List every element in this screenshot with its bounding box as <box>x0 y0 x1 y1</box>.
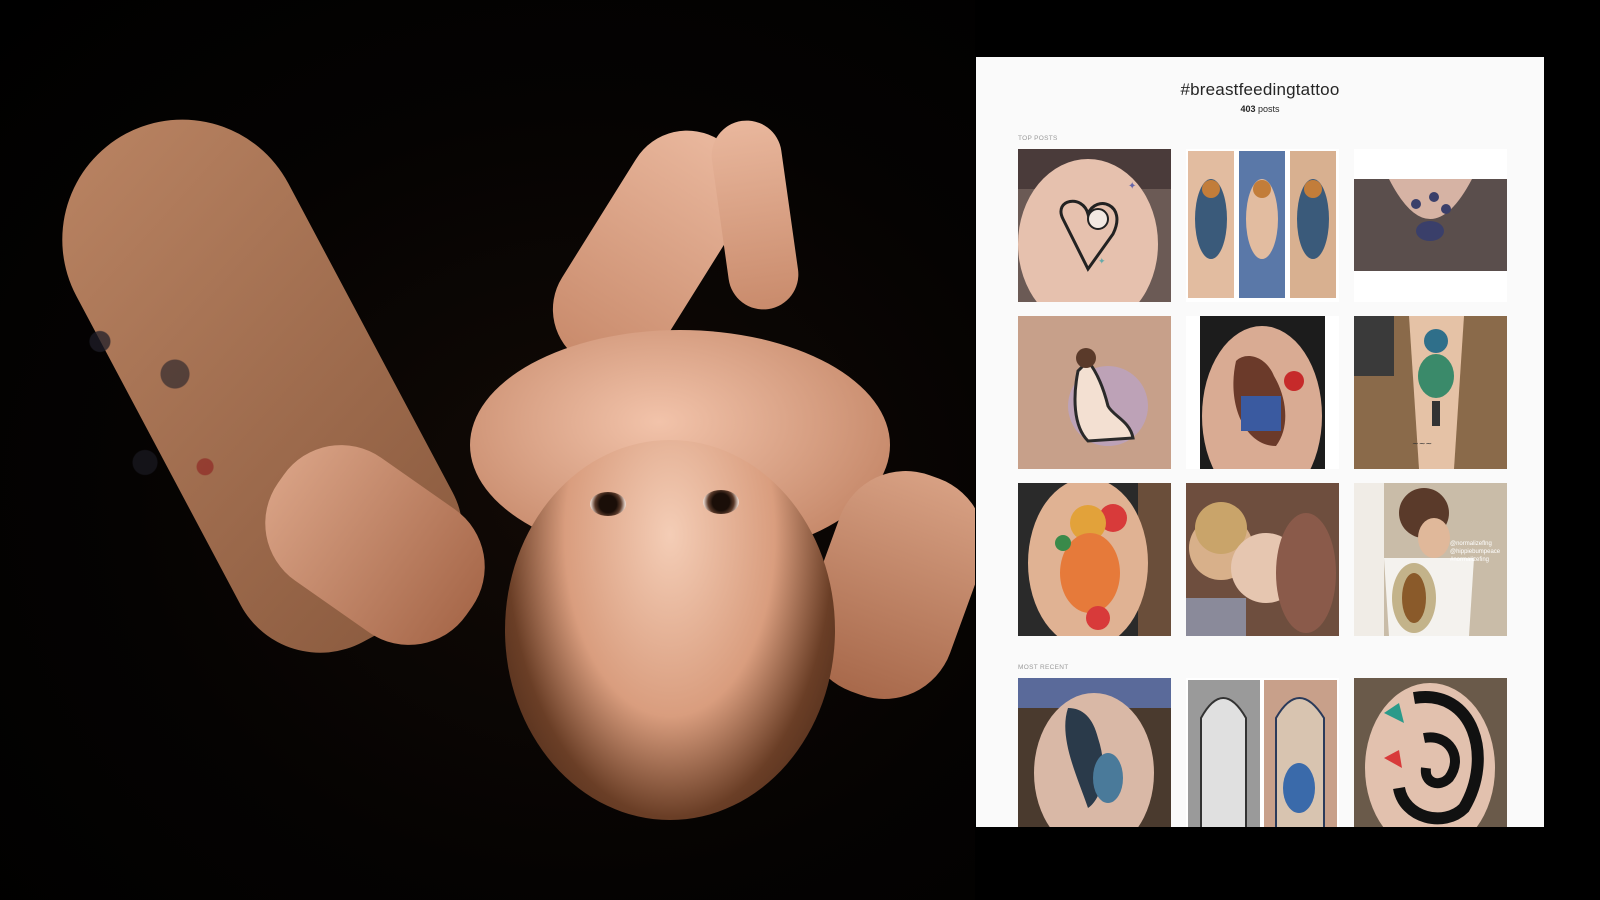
hashtag-title: #breastfeedingtattoo <box>1180 80 1340 99</box>
baby-photo <box>0 0 975 900</box>
overlay-handle-1: @normalizeflng <box>1450 541 1492 547</box>
post-count-suffix: posts <box>1255 104 1280 114</box>
post-thumbnail[interactable]: ✦ ✦ <box>1018 149 1171 302</box>
post-thumbnail[interactable] <box>1018 316 1171 469</box>
most-recent-label: MOST RECENT <box>1018 664 1069 671</box>
post-thumbnail[interactable] <box>1186 483 1339 636</box>
post-thumbnail[interactable] <box>1018 678 1171 827</box>
svg-text:✦: ✦ <box>1128 181 1136 192</box>
post-count-number: 403 <box>1240 104 1256 114</box>
post-thumbnail[interactable]: ~~~ <box>1354 316 1507 469</box>
post-thumbnail[interactable] <box>1018 483 1171 636</box>
baby-eye <box>703 490 739 514</box>
svg-text:~~~: ~~~ <box>1412 439 1432 448</box>
post-thumbnail[interactable] <box>1354 149 1507 302</box>
most-recent-grid <box>1018 678 1508 827</box>
post-thumbnail[interactable] <box>1186 678 1339 827</box>
hashtag-page: #breastfeedingtattoo 403 posts TOP POSTS… <box>976 57 1544 827</box>
baby-head <box>505 440 835 820</box>
top-posts-label: TOP POSTS <box>1018 135 1058 142</box>
top-posts-grid: ✦ ✦ ~~~ @normalizeflng @hippiebumpeace #nor… <box>1018 149 1508 636</box>
overlay-handle-2: @hippiebumpeace <box>1450 549 1501 555</box>
baby-eye <box>590 492 626 516</box>
post-thumbnail[interactable] <box>1354 678 1507 827</box>
post-thumbnail[interactable] <box>1186 316 1339 469</box>
post-thumbnail[interactable]: @normalizeflng @hippiebumpeace #normalizef… <box>1354 483 1507 636</box>
post-count: 403 posts <box>976 104 1544 114</box>
svg-text:✦: ✦ <box>1098 256 1106 266</box>
overlay-handle-3: #normalizefing <box>1450 557 1489 563</box>
post-thumbnail[interactable] <box>1186 149 1339 302</box>
baby-foot <box>707 116 803 314</box>
